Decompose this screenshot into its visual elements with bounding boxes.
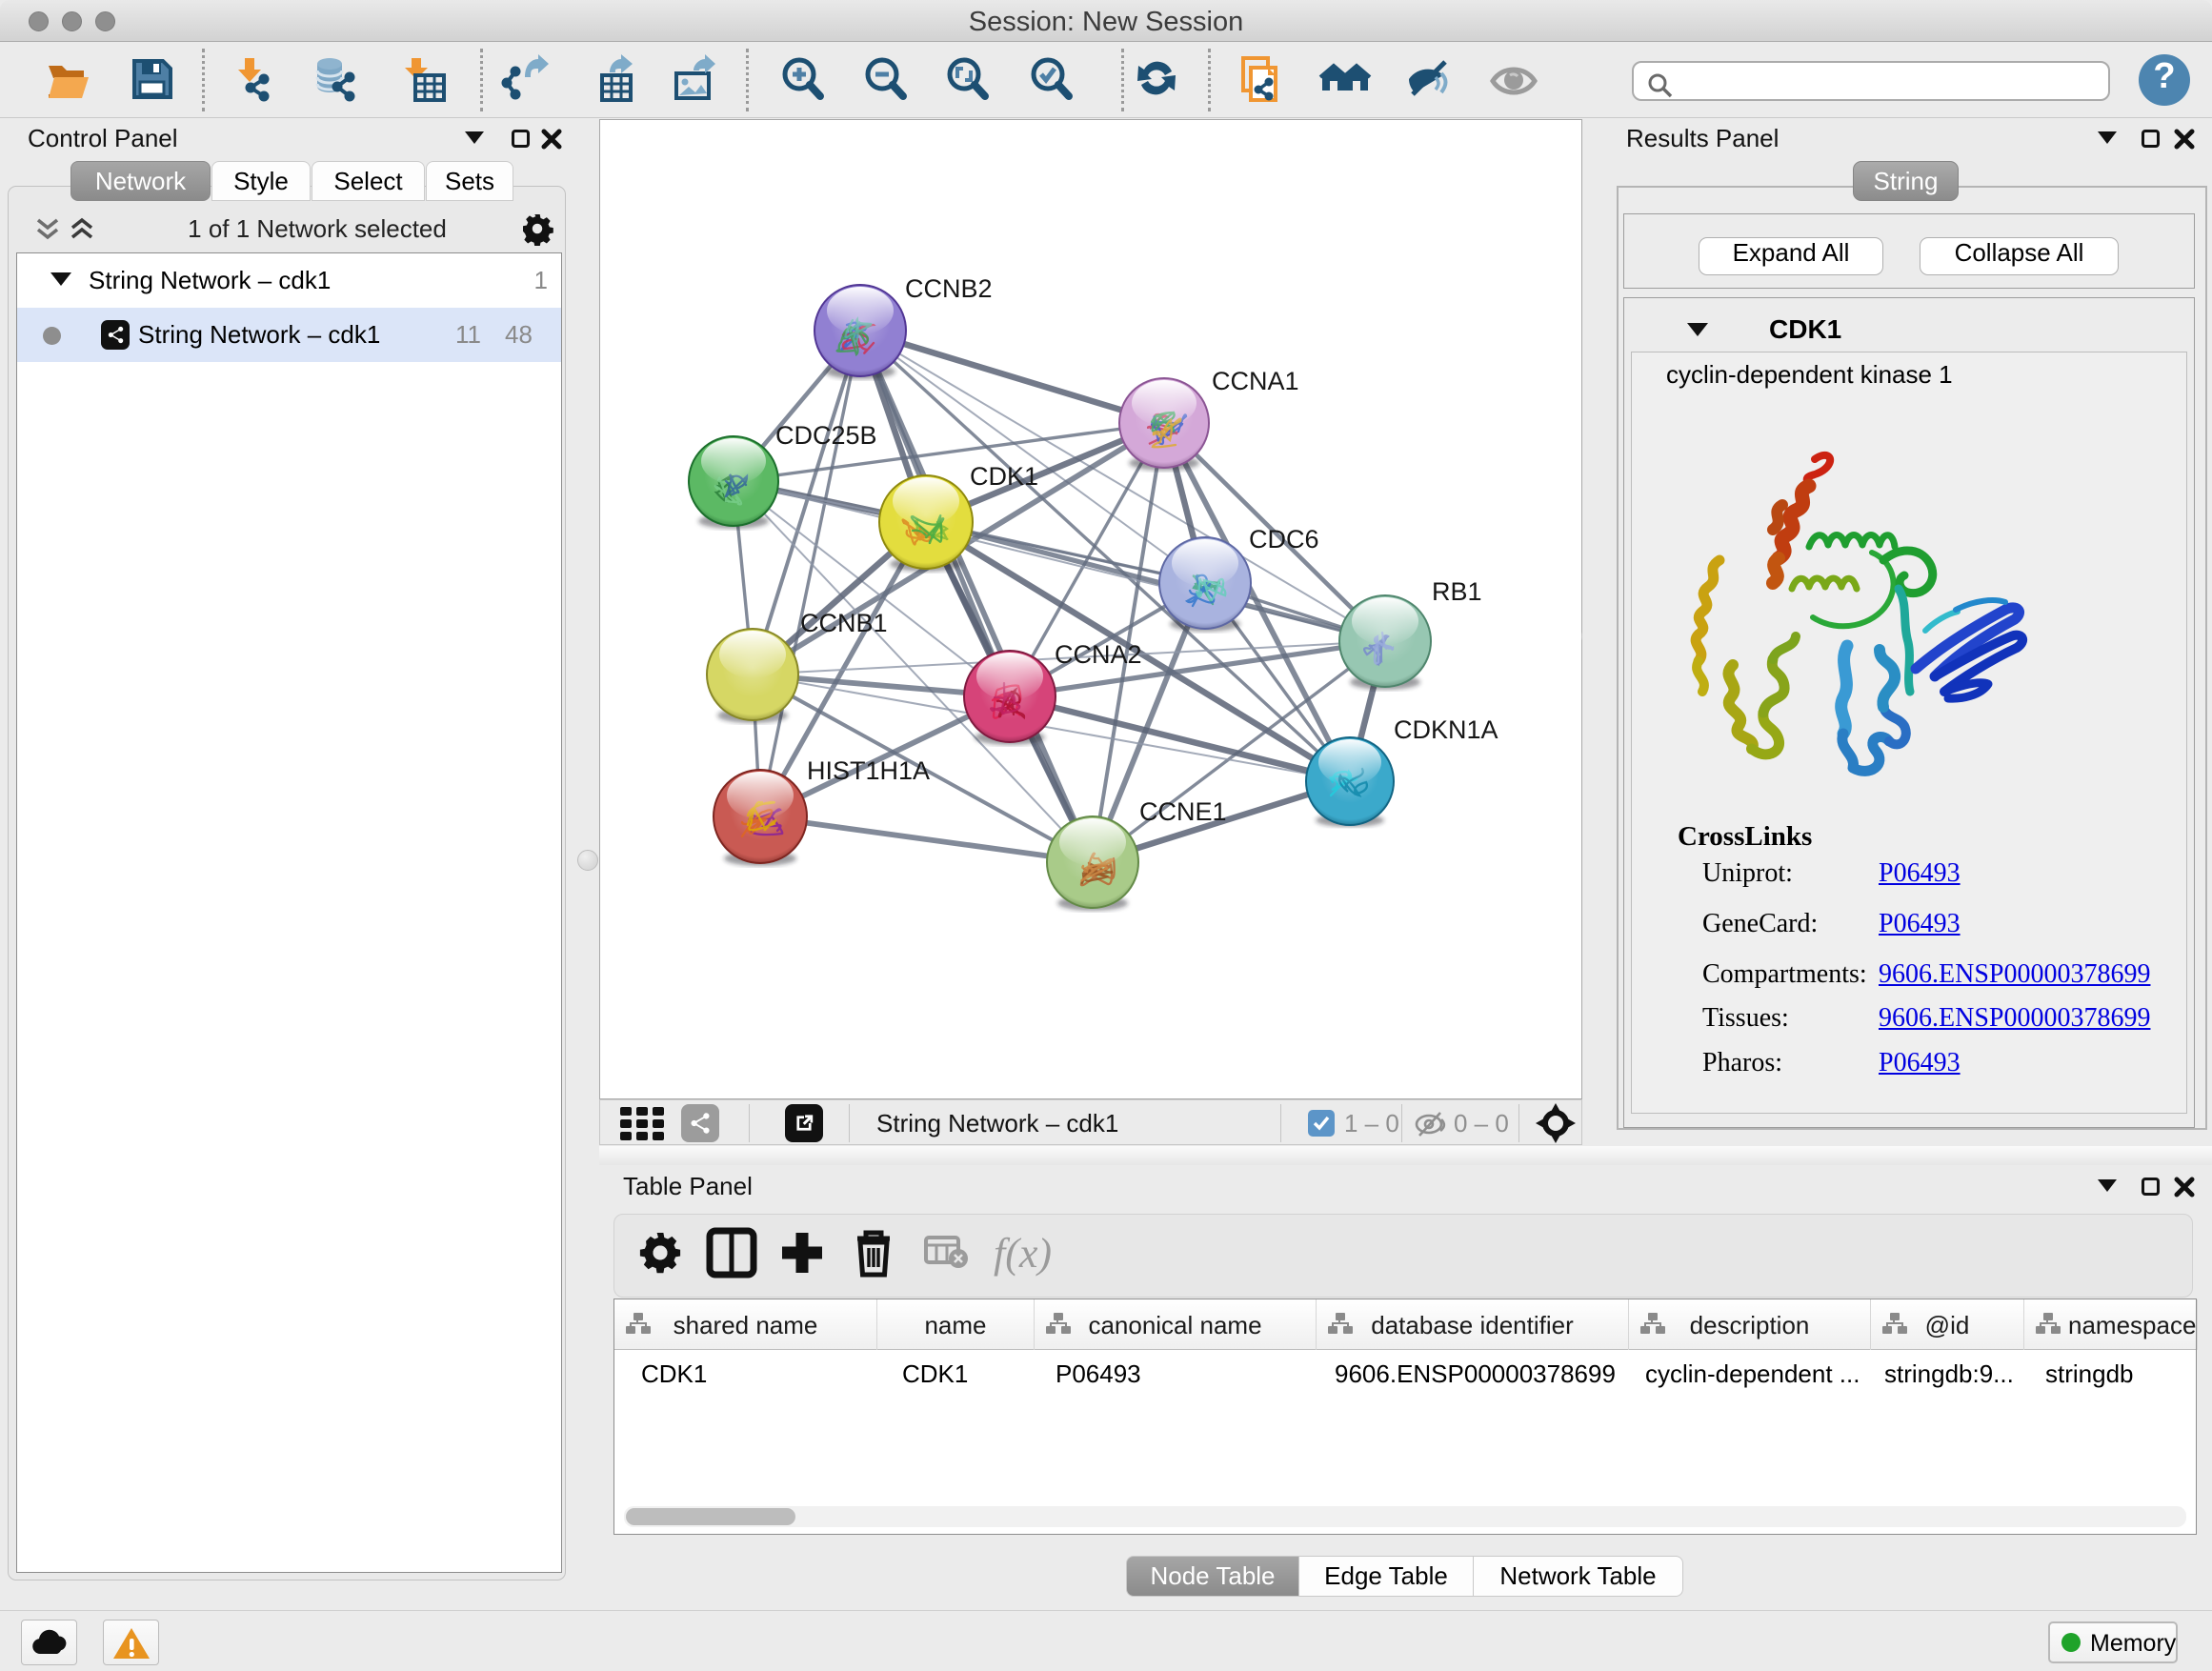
svg-text:CDC25B: CDC25B <box>775 421 877 450</box>
svg-text:CDC6: CDC6 <box>1249 525 1319 554</box>
svg-text:CCNB1: CCNB1 <box>800 609 888 637</box>
svg-text:CDKN1A: CDKN1A <box>1394 715 1498 744</box>
svg-text:f(x): f(x) <box>994 1230 1052 1277</box>
svg-text:CCNE1: CCNE1 <box>1139 797 1227 826</box>
svg-text:CCNA1: CCNA1 <box>1212 367 1299 395</box>
svg-text:CCNA2: CCNA2 <box>1055 640 1142 669</box>
svg-text:CCNB2: CCNB2 <box>905 274 993 303</box>
svg-text:HIST1H1A: HIST1H1A <box>807 756 930 785</box>
svg-text:RB1: RB1 <box>1432 577 1482 606</box>
svg-text:CDK1: CDK1 <box>970 462 1038 491</box>
